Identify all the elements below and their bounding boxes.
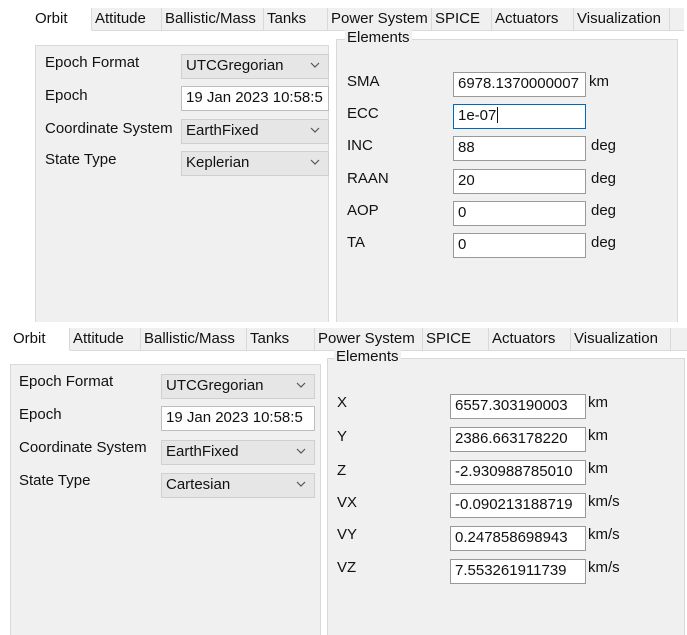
orbit-tab-body: Epoch Format UTCGregorian Epoch 19 Jan 2…: [32, 29, 684, 322]
state-type-dropdown[interactable]: Keplerian: [181, 151, 329, 176]
element-value-input[interactable]: 88: [453, 136, 586, 161]
tab-tanks[interactable]: Tanks: [247, 328, 315, 350]
epoch-group: Epoch Format UTCGregorian Epoch 19 Jan 2…: [10, 364, 321, 635]
element-value-input[interactable]: 6557.303190003: [450, 394, 586, 419]
tab-actuators[interactable]: Actuators: [489, 328, 571, 350]
element-label: VY: [337, 526, 358, 543]
elements-legend: Elements: [334, 348, 401, 365]
element-label: RAAN: [347, 170, 389, 187]
elements-legend: Elements: [345, 29, 412, 46]
coordinate-system-label: Coordinate System: [19, 439, 147, 456]
epoch-input[interactable]: 19 Jan 2023 10:58:5: [161, 406, 315, 431]
state-type-label: State Type: [45, 151, 117, 168]
chevron-down-icon: [310, 62, 320, 68]
tab-spice[interactable]: SPICE: [423, 328, 489, 350]
coordinate-system-value: EarthFixed: [166, 443, 239, 460]
elements-group: Elements X 6557.303190003 km Y 2386.6631…: [327, 348, 685, 635]
element-label: INC: [347, 137, 373, 154]
epoch-format-value: UTCGregorian: [186, 57, 284, 74]
epoch-label: Epoch: [45, 87, 88, 104]
tab-power-system[interactable]: Power System: [328, 8, 432, 30]
tab-spice[interactable]: SPICE: [432, 8, 492, 30]
tab-orbit[interactable]: Orbit: [10, 328, 70, 351]
tab-power-system[interactable]: Power System: [315, 328, 423, 350]
state-type-value: Cartesian: [166, 476, 231, 493]
coordinate-system-label: Coordinate System: [45, 120, 173, 137]
element-value-input[interactable]: 20: [453, 169, 586, 194]
tab-orbit[interactable]: Orbit: [32, 8, 92, 31]
state-type-dropdown[interactable]: Cartesian: [161, 473, 315, 498]
chevron-down-icon: [310, 159, 320, 165]
element-label: VZ: [337, 559, 357, 576]
element-unit: km: [589, 73, 609, 90]
element-label: TA: [347, 234, 366, 251]
element-unit: km: [588, 394, 608, 411]
tab-ballistic-mass[interactable]: Ballistic/Mass: [162, 8, 264, 30]
element-value-input[interactable]: 0: [453, 201, 586, 226]
element-unit: deg: [591, 202, 617, 219]
state-type-label: State Type: [19, 472, 91, 489]
epoch-group: Epoch Format UTCGregorian Epoch 19 Jan 2…: [35, 45, 329, 322]
elements-group: Elements SMA 6978.1370000007 km ECC 1e-0…: [336, 29, 678, 322]
epoch-format-label: Epoch Format: [45, 54, 140, 71]
tab-strip: Orbit Attitude Ballistic/Mass Tanks Powe…: [32, 8, 684, 31]
element-value-input[interactable]: -0.090213188719: [450, 493, 586, 518]
text-caret: [497, 107, 499, 123]
epoch-format-value: UTCGregorian: [166, 377, 264, 394]
tab-visualization[interactable]: Visualization: [571, 328, 671, 350]
chevron-down-icon: [296, 448, 306, 454]
tab-tanks[interactable]: Tanks: [264, 8, 328, 30]
epoch-format-dropdown[interactable]: UTCGregorian: [181, 54, 329, 79]
epoch-format-label: Epoch Format: [19, 373, 114, 390]
element-label: Z: [337, 462, 347, 479]
element-value-text: 1e-07: [458, 107, 497, 124]
element-unit: deg: [591, 234, 617, 251]
coordinate-system-dropdown[interactable]: EarthFixed: [181, 119, 329, 144]
chevron-down-icon: [310, 127, 320, 133]
element-label: VX: [337, 494, 358, 511]
coordinate-system-dropdown[interactable]: EarthFixed: [161, 440, 315, 465]
element-unit: km: [588, 460, 608, 477]
element-value-input[interactable]: 7.553261911739: [450, 559, 586, 584]
tab-visualization[interactable]: Visualization: [574, 8, 670, 30]
epoch-format-dropdown[interactable]: UTCGregorian: [161, 374, 315, 399]
state-type-value: Keplerian: [186, 154, 250, 171]
tab-attitude[interactable]: Attitude: [92, 8, 162, 30]
element-value-input[interactable]: 6978.1370000007: [453, 72, 586, 97]
epoch-input[interactable]: 19 Jan 2023 10:58:5: [181, 86, 329, 111]
coordinate-system-value: EarthFixed: [186, 122, 259, 139]
element-label: ECC: [347, 105, 379, 122]
element-unit: km/s: [588, 526, 620, 543]
element-unit: deg: [591, 137, 617, 154]
orbit-panel-keplerian: Orbit Attitude Ballistic/Mass Tanks Powe…: [32, 8, 684, 322]
element-value-input[interactable]: 0: [453, 233, 586, 258]
element-unit: km: [588, 427, 608, 444]
element-unit: km/s: [588, 559, 620, 576]
orbit-panel-cartesian: Orbit Attitude Ballistic/Mass Tanks Powe…: [10, 328, 687, 635]
element-value-input[interactable]: 0.247858698943: [450, 526, 586, 551]
element-label: X: [337, 394, 348, 411]
epoch-label: Epoch: [19, 406, 62, 423]
element-label: AOP: [347, 202, 379, 219]
tab-actuators[interactable]: Actuators: [492, 8, 574, 30]
element-value-input[interactable]: -2.930988785010: [450, 460, 586, 485]
tab-ballistic-mass[interactable]: Ballistic/Mass: [141, 328, 247, 350]
chevron-down-icon: [296, 382, 306, 388]
tab-attitude[interactable]: Attitude: [70, 328, 141, 350]
orbit-tab-body: Epoch Format UTCGregorian Epoch 19 Jan 2…: [10, 348, 687, 635]
element-unit: km/s: [588, 493, 620, 510]
element-label: SMA: [347, 73, 380, 90]
chevron-down-icon: [296, 481, 306, 487]
element-unit: deg: [591, 170, 617, 187]
element-value-input[interactable]: 2386.663178220: [450, 427, 586, 452]
element-value-input-focused[interactable]: 1e-07: [453, 104, 586, 129]
element-label: Y: [337, 428, 348, 445]
